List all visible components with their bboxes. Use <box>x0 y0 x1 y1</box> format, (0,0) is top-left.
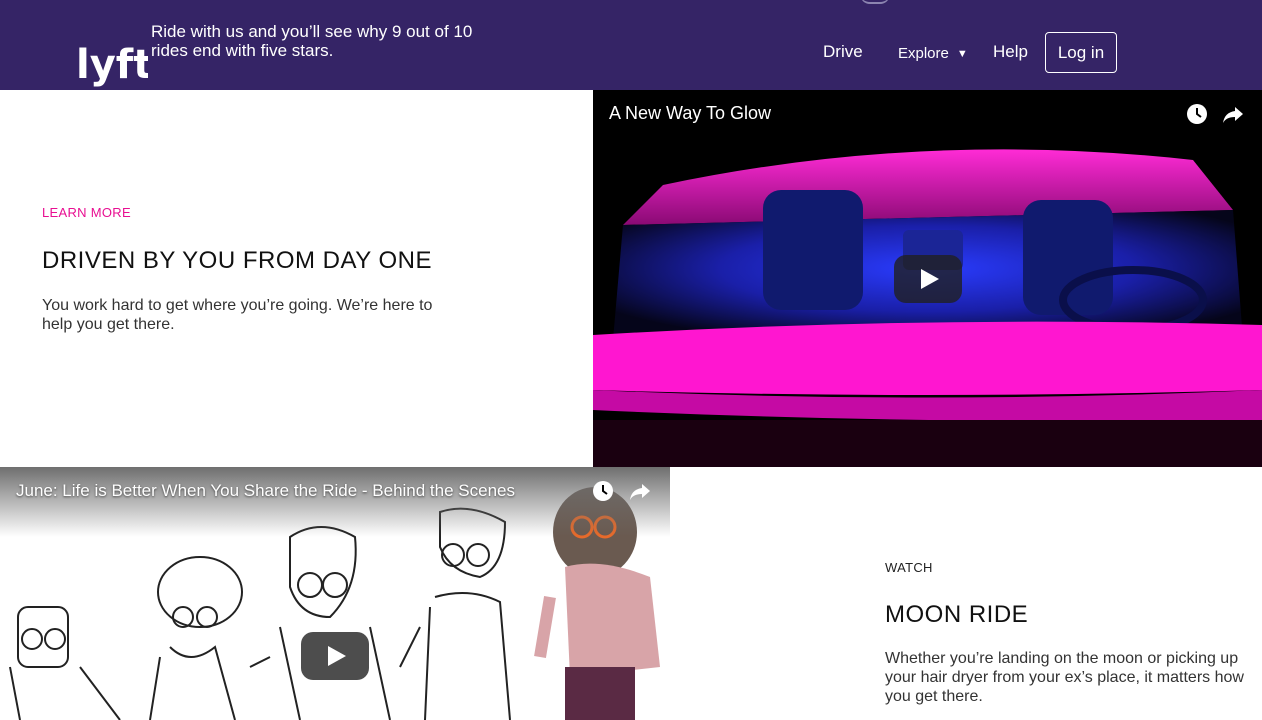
login-button[interactable]: Log in <box>1045 32 1117 73</box>
section-body: You work hard to get where you’re going.… <box>42 297 433 333</box>
lyft-logo[interactable]: lyft <box>76 38 148 90</box>
moon-ride-section: WATCH MOON RIDE Whether you’re landing o… <box>885 561 1245 706</box>
nav-drive-link[interactable]: Drive <box>823 42 863 62</box>
driven-section: LEARN MORE DRIVEN BY YOU FROM DAY ONE Yo… <box>42 206 462 334</box>
play-button[interactable] <box>301 632 369 680</box>
section-body: Whether you’re landing on the moon or pi… <box>885 650 1244 705</box>
watch-later-icon[interactable] <box>1185 102 1209 126</box>
title-gradient <box>0 467 670 537</box>
share-icon[interactable] <box>1221 102 1245 126</box>
nav-explore-label: Explore <box>898 45 949 62</box>
section-headline: MOON RIDE <box>885 601 1029 628</box>
logo-text: lyft <box>76 42 148 88</box>
video-title[interactable]: A New Way To Glow <box>609 102 771 124</box>
video-player-june[interactable]: June: Life is Better When You Share the … <box>0 467 670 720</box>
learn-more-link[interactable]: LEARN MORE <box>42 206 462 220</box>
section-headline: DRIVEN BY YOU FROM DAY ONE <box>42 247 432 274</box>
decorative-arc <box>860 0 890 4</box>
share-icon[interactable] <box>628 479 652 503</box>
nav-explore-dropdown[interactable]: Explore ▼ <box>898 44 968 65</box>
watch-later-icon[interactable] <box>591 479 615 503</box>
site-header: lyft Ride with us and you’ll see why 9 o… <box>0 0 1262 90</box>
header-tagline: Ride with us and you’ll see why 9 out of… <box>151 22 473 60</box>
play-button[interactable] <box>894 255 962 303</box>
dropdown-caret-icon: ▼ <box>956 48 968 60</box>
nav-help-link[interactable]: Help <box>993 42 1028 62</box>
video-player-glow[interactable]: A New Way To Glow <box>593 90 1262 467</box>
watch-link[interactable]: WATCH <box>885 561 1245 575</box>
video-title[interactable]: June: Life is Better When You Share the … <box>16 480 515 502</box>
